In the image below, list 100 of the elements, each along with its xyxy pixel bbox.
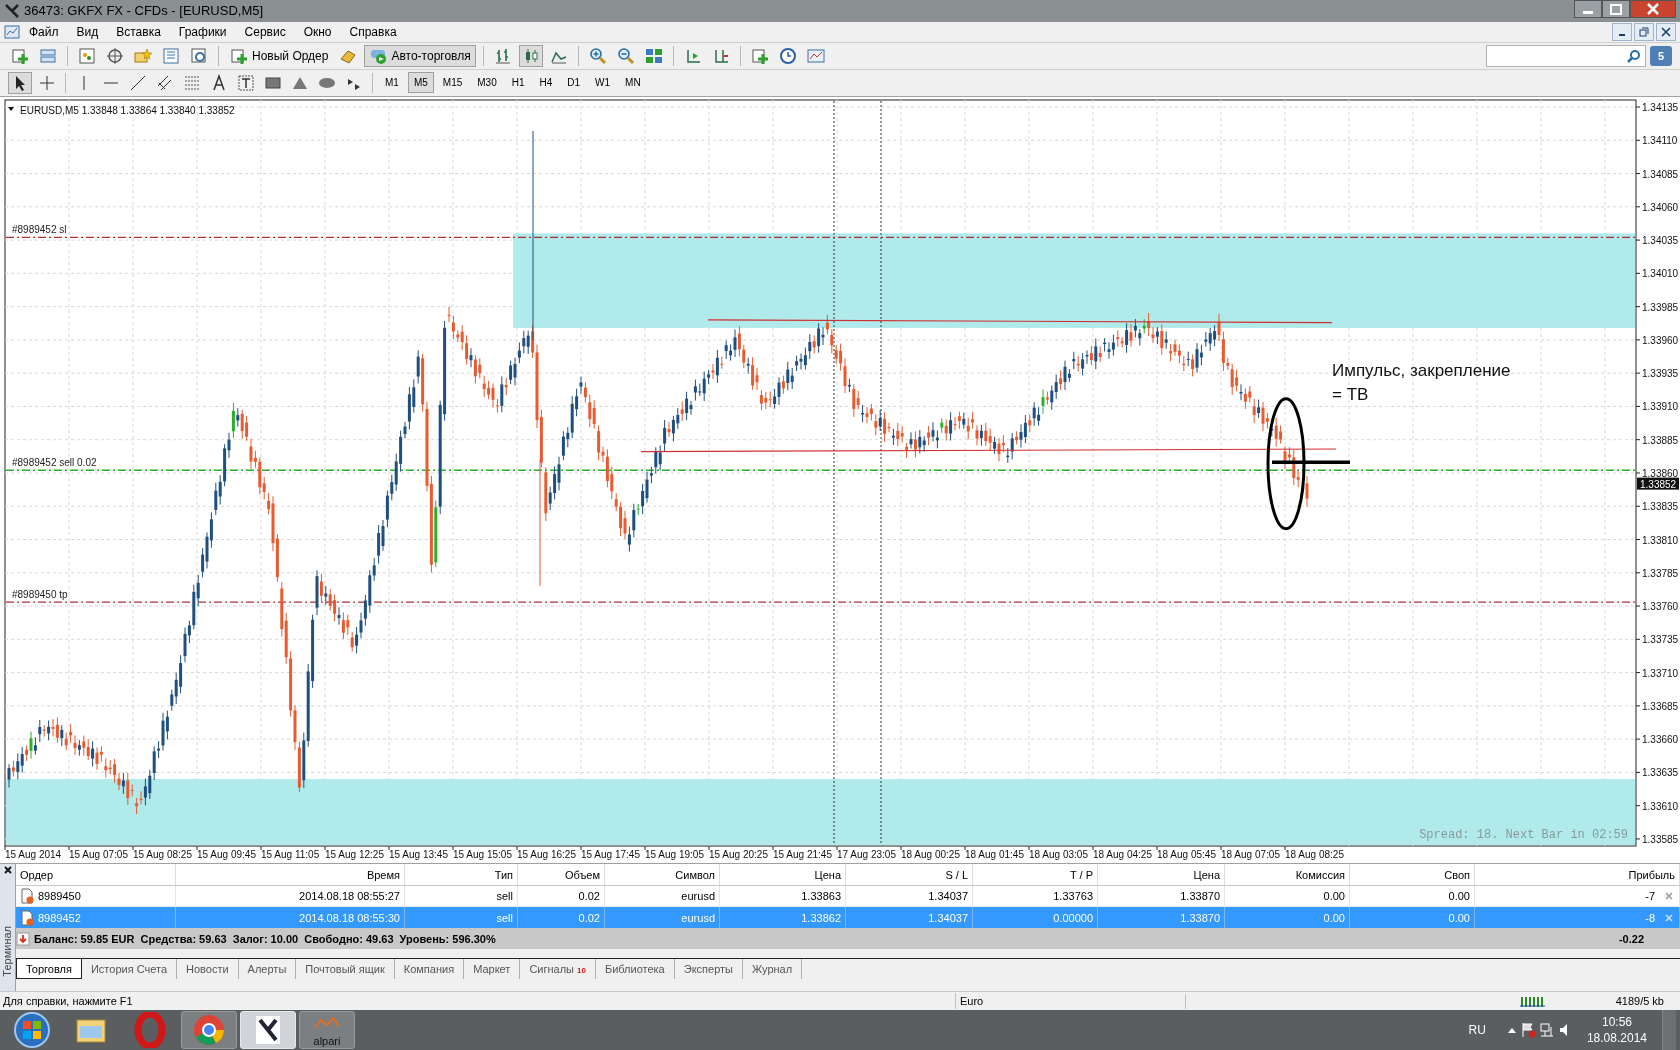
menu-item[interactable]: Вид — [67, 22, 108, 41]
timeframe-button[interactable]: H1 — [505, 72, 531, 94]
status-help-text: Для справки, нажмите F1 — [2, 993, 134, 1009]
table-cell: 0.00 — [1225, 886, 1350, 907]
time-label: 15 Aug 09:45 — [197, 848, 256, 860]
price-label: 1.33860 — [1642, 467, 1679, 479]
minimize-button[interactable] — [1612, 22, 1632, 41]
timeframe-button[interactable]: M15 — [436, 72, 469, 94]
price-label: 1.33585 — [1642, 833, 1679, 845]
chrome-logo-button[interactable] — [181, 1011, 237, 1049]
timeframe-button[interactable]: W1 — [589, 72, 617, 94]
trading-terminal-button[interactable] — [240, 1011, 296, 1049]
menu-item[interactable]: Окно — [294, 22, 341, 41]
restore-icon — [1638, 25, 1650, 38]
time-label: 15 Aug 11:05 — [261, 848, 320, 860]
timeframe-button[interactable]: D1 — [561, 72, 587, 94]
column-header[interactable]: T / P — [973, 864, 1098, 886]
cursor-icon[interactable] — [8, 71, 32, 94]
clock[interactable]: 10:56 18.08.2014 — [1574, 1014, 1659, 1046]
order-line-label: #8989452 sell 0.02 — [12, 457, 97, 469]
time-label: 18 Aug 01:45 — [965, 848, 1024, 860]
signals-count: 10 — [577, 964, 586, 977]
price-label: 1.33635 — [1642, 767, 1679, 779]
show-hidden-icons-icon[interactable] — [1506, 1026, 1517, 1034]
timeframe-button[interactable]: M5 — [407, 72, 434, 94]
action-center-icon[interactable] — [1519, 1022, 1536, 1038]
table-cell: -7 — [1475, 886, 1680, 907]
order-row[interactable]: 8989450 2014.08.18 08:55:27 sell 0.02 eurusd 1.33863 1.34037 1.33763 1.33870 0.00 0.00 -7 — [16, 886, 1680, 908]
language-indicator[interactable]: RU — [1468, 1021, 1486, 1039]
alpari-logo-button[interactable]: alpari — [299, 1011, 355, 1049]
time-label: 18 Aug 05:45 — [1157, 848, 1216, 860]
collapse-icon[interactable] — [8, 106, 14, 111]
terminal-tab[interactable]: Журнал — [742, 959, 803, 980]
time-label: 15 Aug 19:05 — [645, 848, 704, 860]
column-header[interactable]: Объем — [518, 864, 605, 886]
column-header[interactable]: Ордер — [16, 864, 176, 886]
terminal-tab[interactable]: Новости — [177, 959, 239, 980]
column-header[interactable]: Прибыль — [1475, 864, 1680, 886]
column-header[interactable]: Цена — [1098, 864, 1225, 886]
terminal-tab[interactable]: Почтовый ящик — [296, 959, 395, 980]
maximize-icon — [1610, 3, 1622, 15]
column-header[interactable]: Время — [176, 864, 405, 886]
minimize-button[interactable] — [1574, 0, 1602, 18]
price-label: 1.33760 — [1642, 600, 1679, 612]
price-label: 1.34010 — [1642, 268, 1679, 280]
terminal-tab[interactable]: Эксперты — [674, 959, 743, 980]
column-header[interactable]: Цена — [720, 864, 846, 886]
terminal-tab[interactable]: Библиотека — [595, 959, 675, 980]
time-label: 17 Aug 23:05 — [837, 848, 896, 860]
column-header[interactable]: Символ — [605, 864, 720, 886]
minimize-icon — [1583, 11, 1593, 14]
menu-item[interactable]: Графики — [169, 22, 236, 41]
timeframe-button[interactable]: H4 — [533, 72, 559, 94]
price-label: 1.33885 — [1642, 434, 1679, 446]
time-label: 15 Aug 17:45 — [581, 848, 640, 860]
menu-item[interactable]: Файл — [20, 22, 68, 41]
network-icon[interactable] — [1538, 1022, 1555, 1038]
time-label: 15 Aug 20:25 — [709, 848, 768, 860]
spread-info: Spread: 18. Next Bar in 02:59 — [1419, 827, 1628, 842]
timeframe-button[interactable]: M30 — [471, 72, 503, 94]
order-line-label: #8989452 sl — [12, 224, 67, 236]
close-icon — [1660, 25, 1672, 38]
column-header[interactable]: Тип — [405, 864, 518, 886]
close-button[interactable] — [1656, 22, 1676, 41]
new-order-button[interactable]: Новый Ордер — [226, 44, 333, 67]
terminal-tab[interactable]: История Счета — [81, 959, 177, 980]
maximize-button[interactable] — [1602, 0, 1630, 18]
column-header[interactable]: Комиссия — [1225, 864, 1350, 886]
time-label: 15 Aug 12:25 — [325, 848, 384, 860]
menu-item[interactable]: Справка — [340, 22, 406, 41]
terminal-tab[interactable]: Торговля — [16, 959, 82, 980]
price-label: 1.34060 — [1642, 201, 1679, 213]
terminal-tab[interactable]: Сигналы 10 — [520, 959, 596, 980]
search-field[interactable] — [1486, 44, 1646, 67]
app-logo-icon — [4, 2, 20, 19]
terminal-tab[interactable]: Компания — [394, 959, 465, 980]
minimize-icon — [1619, 33, 1625, 36]
price-label: 1.34110 — [1642, 135, 1678, 146]
table-cell: eurusd — [605, 886, 720, 907]
table-cell: 1.34037 — [846, 886, 973, 907]
time-label: 15 Aug 13:45 — [389, 848, 448, 860]
menu-item[interactable]: Сервис — [235, 22, 295, 41]
terminal-tab[interactable]: Маркет — [464, 959, 521, 980]
column-header[interactable]: S / L — [846, 864, 973, 886]
close-button[interactable] — [1630, 0, 1676, 18]
timeframe-button[interactable]: MN — [619, 72, 647, 94]
current-price-label: 1.33852 — [1637, 477, 1679, 490]
time-label: 18 Aug 07:05 — [1221, 848, 1280, 860]
auto-trading-button[interactable]: Авто-торговля — [364, 44, 476, 67]
column-header[interactable]: Своп — [1350, 864, 1475, 886]
timeframe-button[interactable]: M1 — [379, 72, 405, 94]
price-label: 1.34035 — [1642, 234, 1679, 246]
account-summary: Баланс: 59.85 EUR Средства: 59.63 Залог: 10.00 Свободно: 49.63 Уровень: 596.30% — [34, 931, 496, 947]
terminal-tab[interactable]: Алерты — [238, 959, 297, 980]
menu-item[interactable]: Вставка — [107, 22, 170, 41]
table-cell: 1.33870 — [1098, 886, 1225, 907]
price-label: 1.33935 — [1642, 367, 1679, 379]
messages-button[interactable]: 5 — [1650, 45, 1672, 66]
chart-window-icon[interactable] — [4, 23, 20, 40]
candlestick-icon[interactable] — [518, 44, 543, 67]
